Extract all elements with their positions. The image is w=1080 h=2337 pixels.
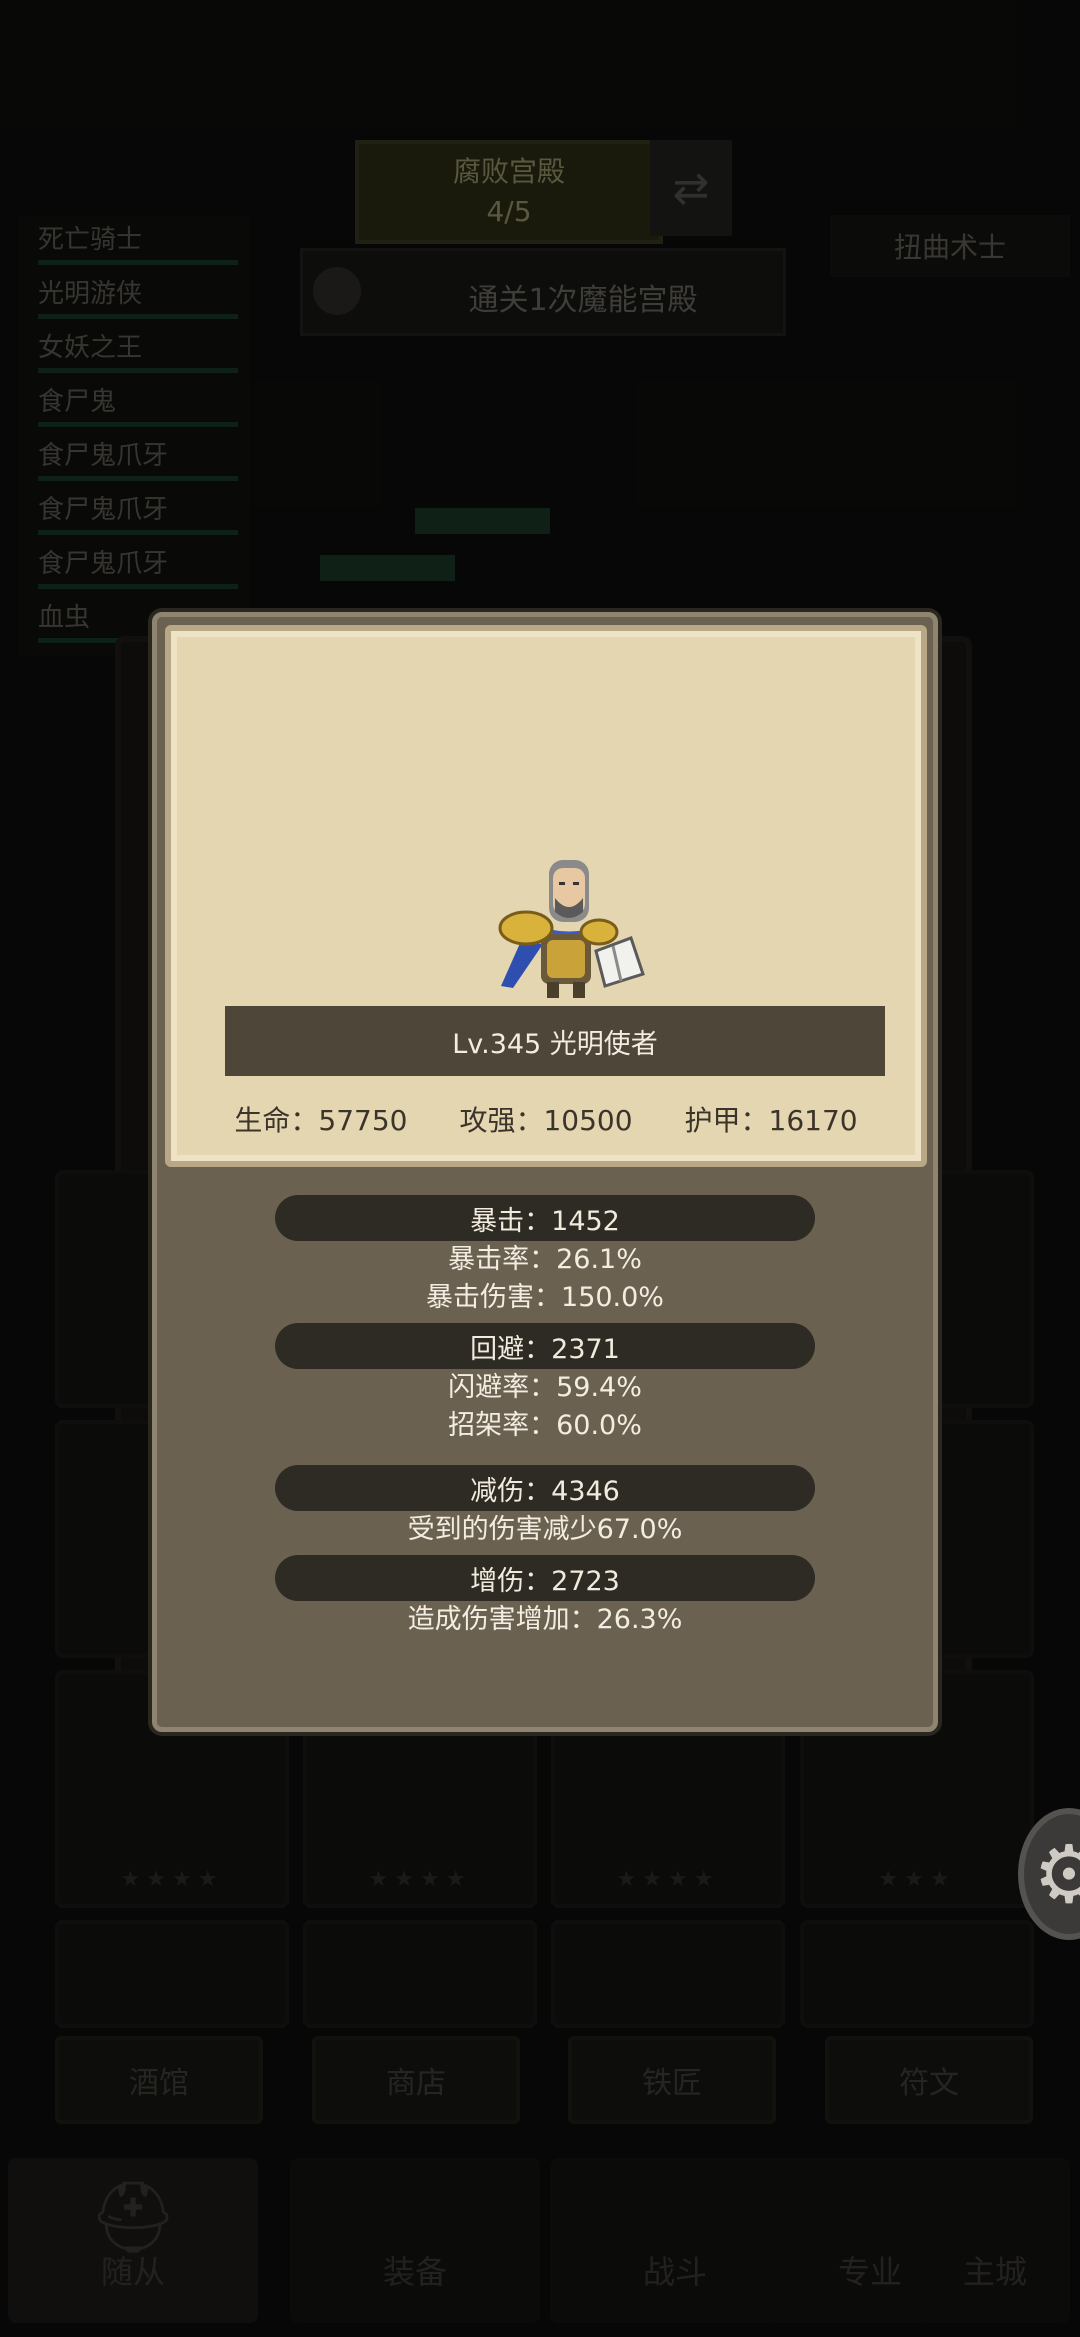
nav-followers[interactable]: ⛑ 随从 [8, 2158, 258, 2323]
crit-title: 暴击：1452 [470, 1205, 620, 1237]
hero-name-banner: Lv.345 光明使者 [225, 1006, 885, 1076]
stat-attack: 攻强：10500 [459, 1104, 633, 1137]
unit-list-item: 食尸鬼爪牙 [18, 539, 250, 593]
dodge-title: 回避：2371 [470, 1333, 620, 1365]
stat-bar-dodge: 回避：2371 [275, 1323, 815, 1369]
stat-hp: 生命：57750 [234, 1104, 408, 1137]
dodge-rate: 闪避率：59.4% [448, 1372, 642, 1403]
unit-list: 死亡骑士 光明游侠 女妖之王 食尸鬼 食尸鬼爪牙 食尸鬼爪牙 食尸鬼爪牙 血虫 [18, 215, 250, 655]
unit-list-item: 死亡骑士 [18, 215, 250, 269]
reduction-title: 减伤：4346 [470, 1475, 620, 1507]
nav-equipment[interactable]: 装备 [290, 2158, 540, 2323]
hero-portrait [498, 860, 645, 998]
unit-list-item: 食尸鬼爪牙 [18, 485, 250, 539]
star-rating: ★★★ [878, 1867, 956, 1892]
nav-battle[interactable]: 战斗 [550, 2158, 800, 2323]
hero-card[interactable] [800, 1920, 1034, 2028]
crit-rate: 暴击率：26.1% [448, 1244, 642, 1275]
unit-list-item: 光明游侠 [18, 269, 250, 323]
stat-bar-reduction: 减伤：4346 [275, 1465, 815, 1511]
hero-card[interactable] [55, 1920, 289, 2028]
hero-card[interactable] [303, 1920, 537, 2028]
dungeon-title-box[interactable]: 腐败宫殿 4/5 [355, 140, 663, 244]
quest-icon [313, 267, 361, 315]
health-bar [415, 508, 550, 534]
dungeon-title: 腐败宫殿 [452, 155, 565, 188]
enemy-name: 扭曲术士 [830, 215, 1070, 277]
star-rating: ★★★★ [368, 1867, 472, 1892]
tab-blacksmith[interactable]: 铁匠 [568, 2036, 776, 2124]
tab-shop[interactable]: 商店 [312, 2036, 520, 2124]
stat-section-crit: 暴击：1452 暴击率：26.1% 暴击伤害：150.0% [157, 1195, 933, 1317]
dungeon-progress: 4/5 [486, 195, 532, 228]
stat-section-increase: 增伤：2723 造成伤害增加：26.3% [157, 1555, 933, 1639]
nav-main-city[interactable]: 主城 [920, 2158, 1070, 2323]
damage-increase: 造成伤害增加：26.3% [407, 1604, 683, 1635]
hero-detail-dialog: Lv.345 光明使者 生命：57750 攻强：10500 护甲：16170 暴… [152, 612, 938, 1732]
hero-name: Lv.345 光明使者 [452, 1028, 658, 1060]
star-rating: ★★★★ [120, 1867, 224, 1892]
damage-reduction: 受到的伤害减少67.0% [407, 1514, 683, 1545]
tab-rune[interactable]: 符文 [825, 2036, 1033, 2124]
unit-list-item: 女妖之王 [18, 323, 250, 377]
star-rating: ★★★★ [616, 1867, 720, 1892]
tab-tavern[interactable]: 酒馆 [55, 2036, 263, 2124]
settings-gear-icon: ⚙ [1033, 1827, 1080, 1921]
swap-arrows-icon: ⇄ [672, 162, 710, 214]
crit-damage: 暴击伤害：150.0% [426, 1282, 664, 1313]
stat-bar-crit: 暴击：1452 [275, 1195, 815, 1241]
hero-portrait-panel: Lv.345 光明使者 生命：57750 攻强：10500 护甲：16170 [165, 625, 927, 1167]
unit-list-item: 食尸鬼 [18, 377, 250, 431]
stat-section-reduction: 减伤：4346 受到的伤害减少67.0% [157, 1465, 933, 1549]
hero-card[interactable] [551, 1920, 785, 2028]
quest-box[interactable]: 通关1次魔能宫殿 [300, 248, 786, 336]
stat-section-dodge: 回避：2371 闪避率：59.4% 招架率：60.0% [157, 1323, 933, 1445]
base-stats: 生命：57750 攻强：10500 护甲：16170 [171, 1099, 921, 1149]
parry-rate: 招架率：60.0% [448, 1410, 642, 1441]
increase-title: 增伤：2723 [470, 1565, 620, 1597]
quest-text: 通关1次魔能宫殿 [468, 283, 698, 318]
health-bar [320, 555, 455, 581]
unit-list-item: 食尸鬼爪牙 [18, 431, 250, 485]
stat-bar-increase: 增伤：2723 [275, 1555, 815, 1601]
stat-armor: 护甲：16170 [684, 1104, 858, 1137]
swap-button[interactable]: ⇄ [650, 140, 732, 236]
helmet-icon: ⛑ [88, 2176, 178, 2258]
